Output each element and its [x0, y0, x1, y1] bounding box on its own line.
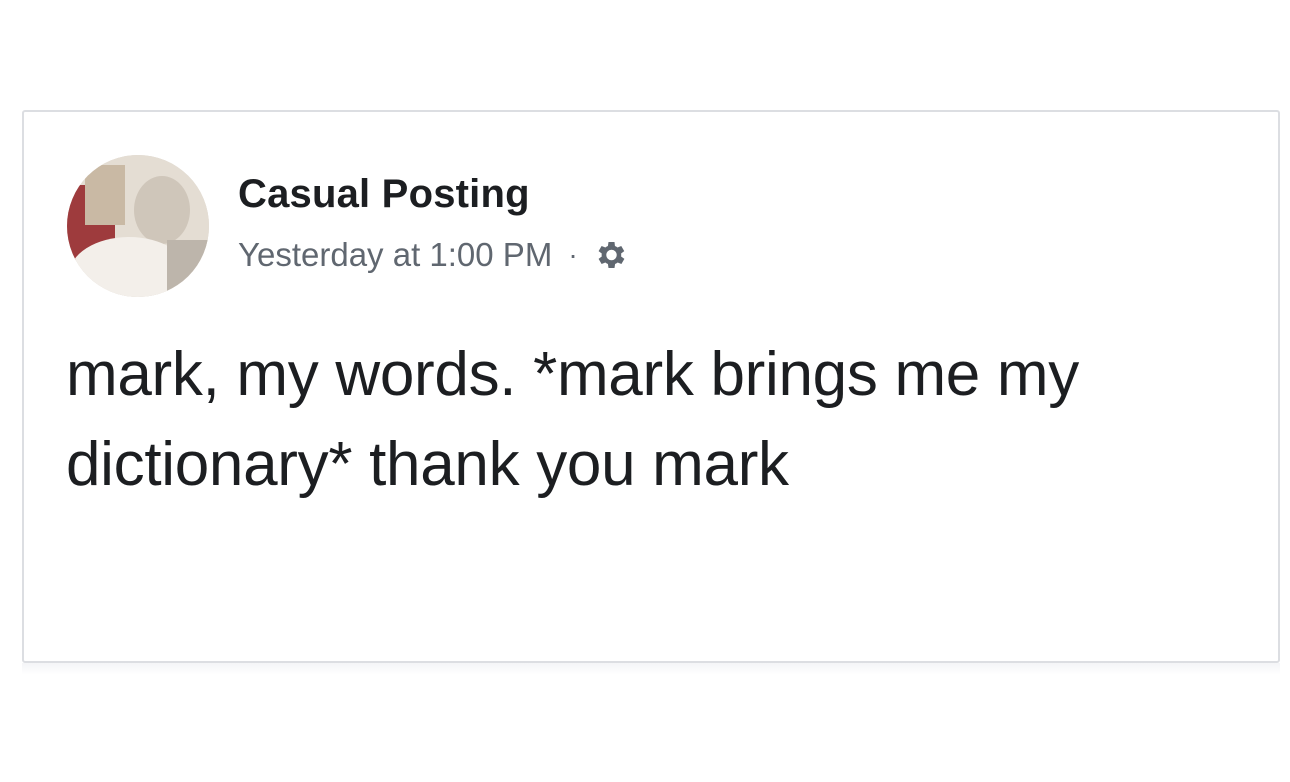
post-meta: Yesterday at 1:00 PM ·: [238, 236, 628, 274]
post-timestamp[interactable]: Yesterday at 1:00 PM: [238, 236, 552, 274]
post-card: Casual Posting Yesterday at 1:00 PM · ma…: [22, 110, 1280, 663]
avatar-image: [67, 155, 209, 297]
avatar[interactable]: [67, 155, 209, 297]
card-shadow: [22, 663, 1280, 675]
post-body-text: mark, my words. *mark brings me my dicti…: [66, 340, 1079, 499]
meta-separator: ·: [568, 239, 578, 270]
gear-icon[interactable]: [592, 237, 628, 273]
author-name[interactable]: Casual Posting: [238, 172, 530, 217]
